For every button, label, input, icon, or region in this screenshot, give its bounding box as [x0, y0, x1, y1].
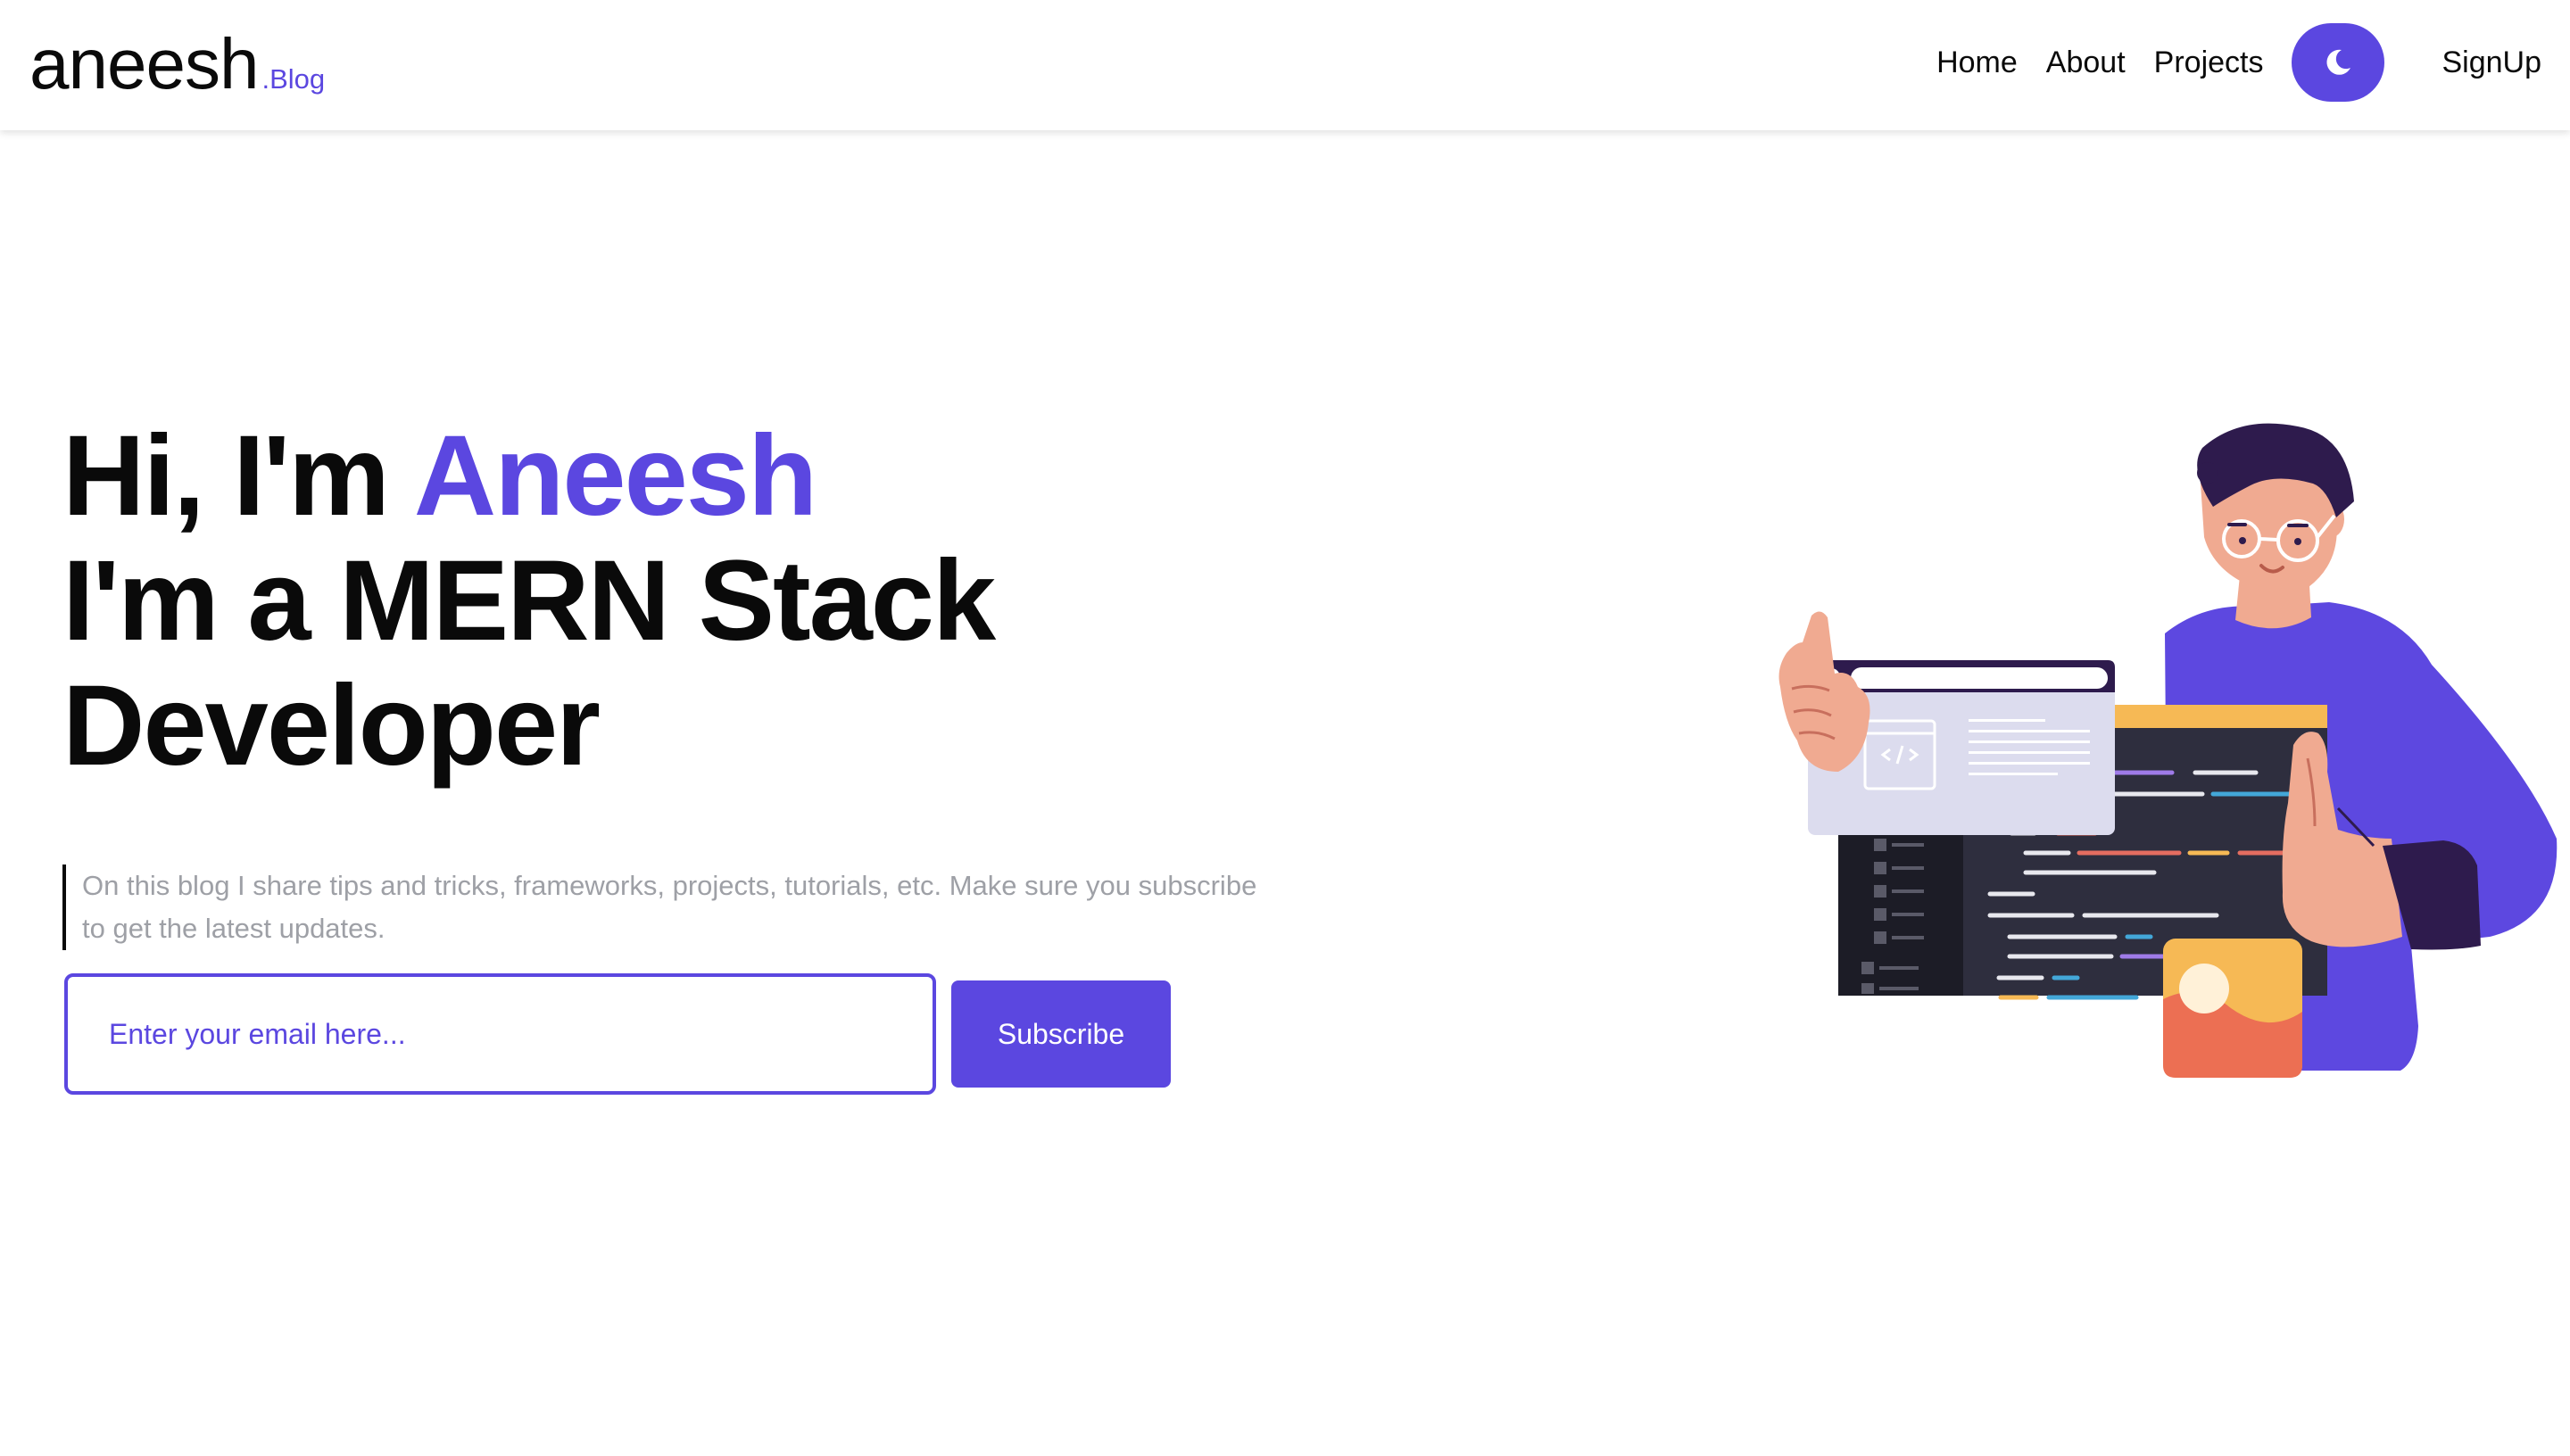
- nav-link-signup[interactable]: SignUp: [2442, 46, 2541, 80]
- developer-left-hand: [1778, 611, 1870, 772]
- hero-greeting: Hi, I'm: [62, 412, 414, 540]
- image-icon: [2163, 939, 2302, 1078]
- site-logo[interactable]: aneesh .Blog: [29, 20, 325, 109]
- code-panel-tabbar: [2095, 705, 2327, 728]
- hero-title: Hi, I'm Aneesh I'm a MERN Stack Develope…: [62, 412, 996, 790]
- theme-toggle-button[interactable]: [2292, 23, 2385, 102]
- brand-suffix: .Blog: [261, 63, 326, 95]
- hero-role-line1: I'm a MERN Stack: [62, 537, 996, 665]
- nav-link-home[interactable]: Home: [1936, 46, 2018, 80]
- hero-role-line2: Developer: [62, 662, 601, 790]
- developer-illustration: [1778, 423, 2558, 1078]
- email-input[interactable]: [64, 973, 936, 1095]
- subscribe-form: Subscribe: [64, 973, 1171, 1095]
- moon-icon: [2326, 49, 2351, 75]
- brand-name: aneesh: [29, 24, 259, 103]
- nav-links: Home About Projects SignUp: [1936, 23, 2541, 102]
- nav-link-about[interactable]: About: [2046, 46, 2126, 80]
- nav-link-projects[interactable]: Projects: [2154, 46, 2264, 80]
- subscribe-button[interactable]: Subscribe: [951, 980, 1171, 1088]
- hero-description: On this blog I share tips and tricks, fr…: [62, 864, 1258, 950]
- navbar: aneesh .Blog Home About Projects SignUp: [0, 0, 2570, 130]
- hero-name: Aneesh: [413, 412, 817, 540]
